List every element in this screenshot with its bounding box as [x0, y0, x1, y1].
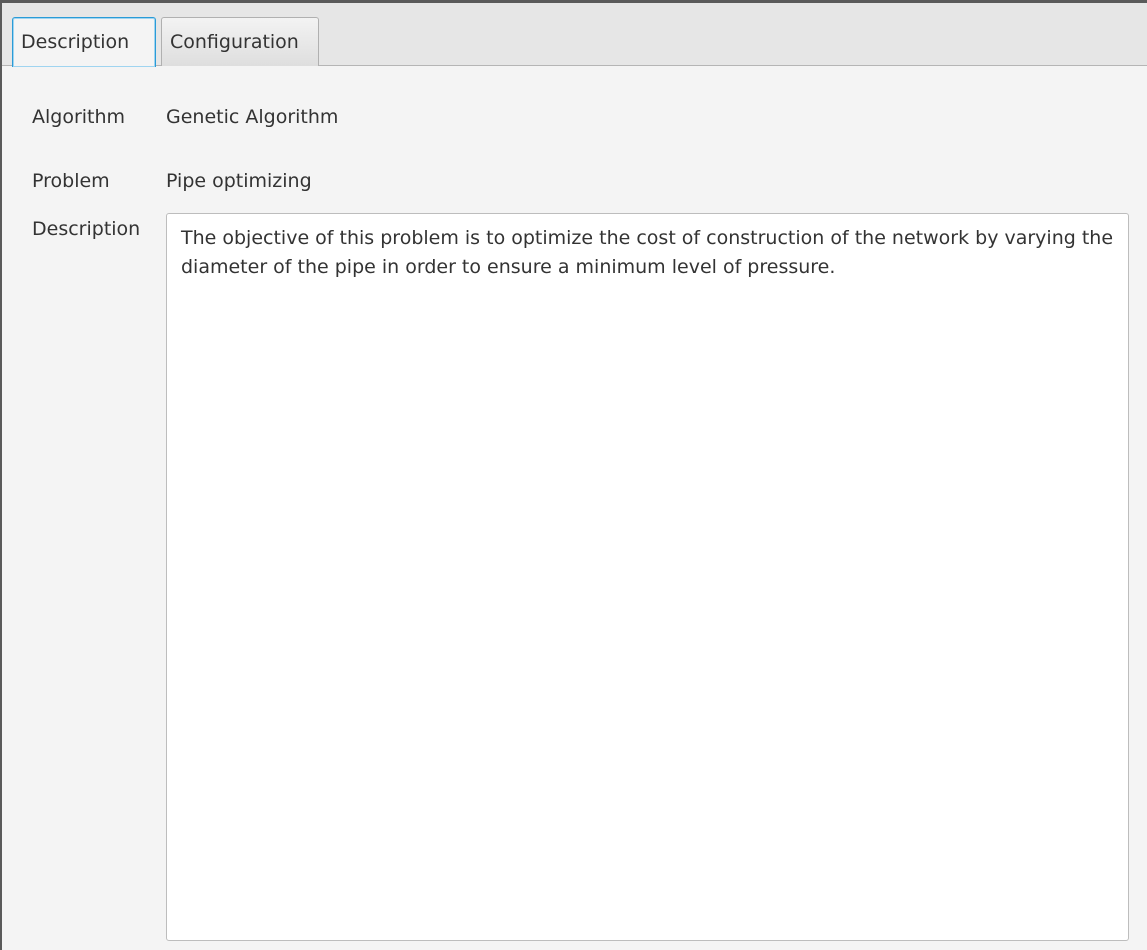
description-textarea[interactable]: The objective of this problem is to opti…: [166, 213, 1129, 941]
problem-value: Pipe optimizing: [166, 170, 312, 192]
problem-label: Problem: [32, 170, 110, 192]
algorithm-value: Genetic Algorithm: [166, 106, 339, 128]
tab-description[interactable]: Description: [12, 17, 156, 67]
algorithm-details-window: Description Configuration Algorithm Gene…: [0, 0, 1147, 950]
algorithm-label: Algorithm: [32, 106, 126, 128]
description-label: Description: [32, 218, 141, 240]
tab-configuration[interactable]: Configuration: [161, 17, 319, 66]
tab-bar: Description Configuration: [2, 3, 1147, 67]
